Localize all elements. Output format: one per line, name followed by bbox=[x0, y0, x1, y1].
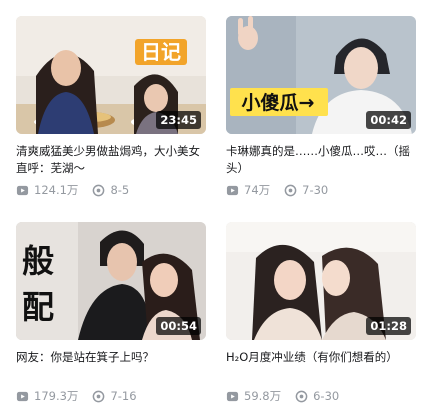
play-count-icon bbox=[16, 185, 29, 195]
danmaku-count-icon bbox=[93, 390, 105, 402]
publish-date: 7-30 bbox=[302, 183, 329, 197]
video-card[interactable]: 般 配 00:54 网友：你是站在箕子上吗？ 179.3万 7-16 bbox=[16, 222, 206, 404]
thumbnail-overlay-text: 日记 bbox=[141, 40, 181, 64]
danmaku-count-icon bbox=[295, 390, 308, 402]
publish-date: 6-30 bbox=[313, 389, 340, 403]
video-stats: 59.8万 6-30 bbox=[226, 388, 416, 404]
video-title[interactable]: 网友：你是站在箕子上吗？ bbox=[16, 349, 206, 383]
play-count: 74万 bbox=[244, 183, 271, 197]
publish-date: 7-16 bbox=[110, 389, 137, 403]
play-count-icon bbox=[226, 391, 239, 401]
video-thumbnail[interactable]: 日记 23:45 bbox=[16, 16, 206, 134]
play-count-icon bbox=[16, 391, 29, 401]
danmaku-count-icon bbox=[93, 184, 105, 196]
video-thumbnail[interactable]: 01:28 bbox=[226, 222, 416, 340]
play-count: 124.1万 bbox=[34, 183, 79, 197]
video-stats: 179.3万 7-16 bbox=[16, 388, 206, 404]
video-title[interactable]: 卡琳娜真的是……小傻瓜…哎…（摇头） bbox=[226, 143, 416, 177]
video-stats: 74万 7-30 bbox=[226, 182, 416, 198]
video-card[interactable]: 01:28 H₂O月度冲业绩（有你们想看的） 59.8万 6-30 bbox=[226, 222, 416, 404]
video-title[interactable]: 清爽威猛美少男做盐焗鸡，大小美女直呼：芜湖～ bbox=[16, 143, 206, 177]
video-stats: 124.1万 8-5 bbox=[16, 182, 206, 198]
video-grid: 日记 23:45 清爽威猛美少男做盐焗鸡，大小美女直呼：芜湖～ 124.1万 8… bbox=[0, 0, 425, 416]
thumbnail-overlay-text: 小傻瓜→ bbox=[242, 91, 315, 114]
play-count: 59.8万 bbox=[244, 389, 282, 403]
video-duration: 23:45 bbox=[156, 111, 201, 129]
video-card[interactable]: 小傻瓜→ 00:42 卡琳娜真的是……小傻瓜…哎…（摇头） 74万 7-30 bbox=[226, 16, 416, 198]
thumbnail-overlay-text: 配 bbox=[22, 288, 54, 326]
video-duration: 01:28 bbox=[366, 317, 411, 335]
danmaku-count-icon bbox=[284, 184, 297, 196]
video-thumbnail[interactable]: 小傻瓜→ 00:42 bbox=[226, 16, 416, 134]
play-count-icon bbox=[226, 185, 239, 195]
play-count: 179.3万 bbox=[34, 389, 79, 403]
video-card[interactable]: 日记 23:45 清爽威猛美少男做盐焗鸡，大小美女直呼：芜湖～ 124.1万 8… bbox=[16, 16, 206, 198]
thumbnail-overlay-text: 般 bbox=[22, 242, 54, 280]
video-thumbnail[interactable]: 般 配 00:54 bbox=[16, 222, 206, 340]
video-duration: 00:42 bbox=[366, 111, 411, 129]
video-duration: 00:54 bbox=[156, 317, 201, 335]
publish-date: 8-5 bbox=[110, 183, 130, 197]
video-title[interactable]: H₂O月度冲业绩（有你们想看的） bbox=[226, 349, 416, 383]
